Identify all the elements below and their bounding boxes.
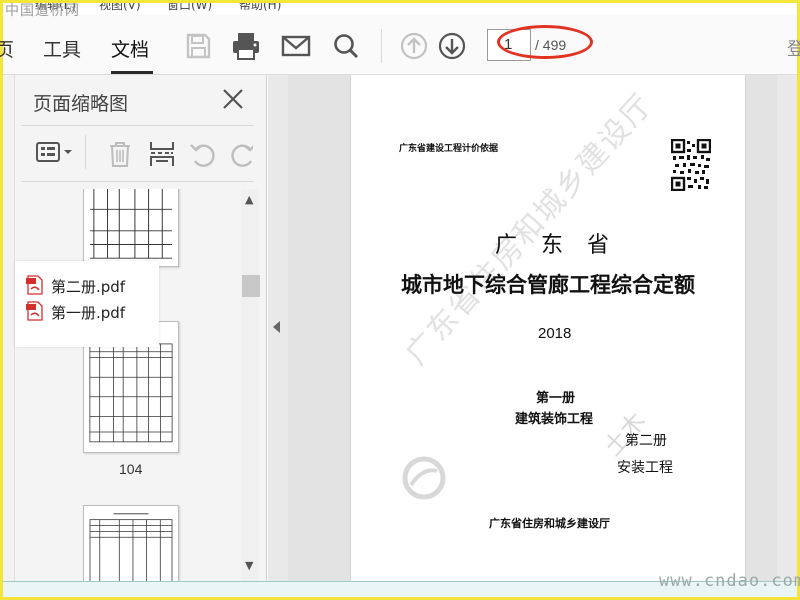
envelope-icon (281, 35, 311, 57)
trash-icon (110, 142, 130, 167)
left-strip (3, 75, 15, 581)
panel-divider (21, 125, 253, 126)
thumbnail-options-button[interactable] (35, 139, 75, 171)
collapse-arrow-icon[interactable] (273, 321, 280, 333)
list-options-icon (36, 142, 72, 162)
tab-home-partial[interactable]: 页 (0, 35, 14, 62)
tab-document[interactable]: 文档 (111, 35, 149, 62)
scroll-up-arrow[interactable]: ▲ (245, 193, 253, 206)
save-icon (186, 33, 211, 59)
tab-tools[interactable]: 工具 (43, 35, 81, 62)
next-page-button[interactable] (435, 29, 469, 63)
thumbnail-scrollbar-thumb[interactable] (242, 275, 260, 297)
rotate-left-button[interactable] (187, 139, 217, 173)
qr-code-icon (671, 139, 711, 191)
thumbnail-page-number: 104 (119, 461, 143, 477)
page-thumbnail[interactable] (83, 189, 179, 267)
thumbnail-list: 104 (15, 189, 243, 581)
login-label-partial[interactable]: 登 (787, 35, 800, 61)
toolbar: 页 工具 文档 1 / 499 登 (0, 15, 800, 75)
doc-volume1-name: 建筑装饰工程 (515, 412, 594, 427)
rotate-right-icon (231, 144, 253, 167)
email-button[interactable] (279, 29, 313, 63)
pdf-file-icon (26, 301, 43, 321)
site-watermark-top: 中国道桥网 (5, 3, 80, 19)
menu-window[interactable]: 窗口(W) (167, 3, 212, 11)
doc-volume2-name: 安装工程 (617, 460, 673, 476)
pdf-file-icon (26, 275, 43, 295)
menu-view[interactable]: 视图(V) (99, 3, 141, 11)
arrow-up-circle-icon (400, 32, 428, 60)
menu-help[interactable]: 帮助(H) (239, 3, 281, 11)
file-item-vol2[interactable]: 第二册.pdf (25, 275, 125, 297)
search-icon (334, 34, 359, 59)
file-popup: 第二册.pdf 第一册.pdf (15, 261, 159, 347)
thumbnail-scrollbar[interactable] (241, 189, 259, 581)
site-watermark-bottom: www.cndao.com (659, 571, 800, 591)
delete-page-button[interactable] (105, 139, 135, 173)
previous-page-button[interactable] (397, 29, 431, 63)
highlight-ellipse (497, 25, 593, 59)
search-button[interactable] (329, 29, 363, 63)
doc-publisher: 广东省住房和城乡建设厅 (489, 517, 610, 530)
rotate-left-icon (190, 144, 215, 167)
panel-toolbar-divider (85, 135, 86, 169)
file-name: 第二册.pdf (51, 278, 126, 296)
close-icon (223, 89, 243, 109)
doc-volume1: 第一册 (536, 391, 576, 406)
file-item-vol1[interactable]: 第一册.pdf (25, 301, 125, 323)
thumbnail-table-graphic (89, 189, 173, 259)
panel-divider-2 (21, 181, 253, 182)
scroll-down-arrow[interactable]: ▼ (245, 559, 253, 572)
print-button[interactable] (229, 29, 263, 63)
panel-close-button[interactable] (221, 87, 245, 111)
doc-header-left: 广东省建设工程计价依据 (399, 144, 499, 154)
doc-volume2: 第二册 (625, 433, 667, 449)
rotate-right-button[interactable] (229, 139, 253, 173)
panel-title: 页面缩略图 (33, 93, 129, 115)
doc-year: 2018 (538, 325, 572, 342)
stamp-logo-icon (402, 456, 446, 500)
thumbnail-table-graphic (89, 513, 173, 581)
file-name: 第一册.pdf (51, 304, 126, 322)
document-scrollbar[interactable] (777, 75, 797, 581)
page-split-icon (150, 142, 174, 166)
page-thumbnail[interactable] (83, 505, 179, 581)
extract-page-button[interactable] (147, 139, 177, 173)
menu-bar: 编辑(E) 视图(V) 窗口(W) 帮助(H) (3, 3, 797, 15)
doc-title-province: 广 东 省 (495, 233, 611, 258)
save-button[interactable] (181, 29, 215, 63)
arrow-down-circle-icon (438, 32, 466, 60)
toolbar-divider (381, 29, 382, 63)
printer-icon (233, 33, 259, 60)
active-tab-indicator (111, 71, 153, 74)
doc-title-main: 城市地下综合管廊工程综合定额 (401, 273, 695, 297)
